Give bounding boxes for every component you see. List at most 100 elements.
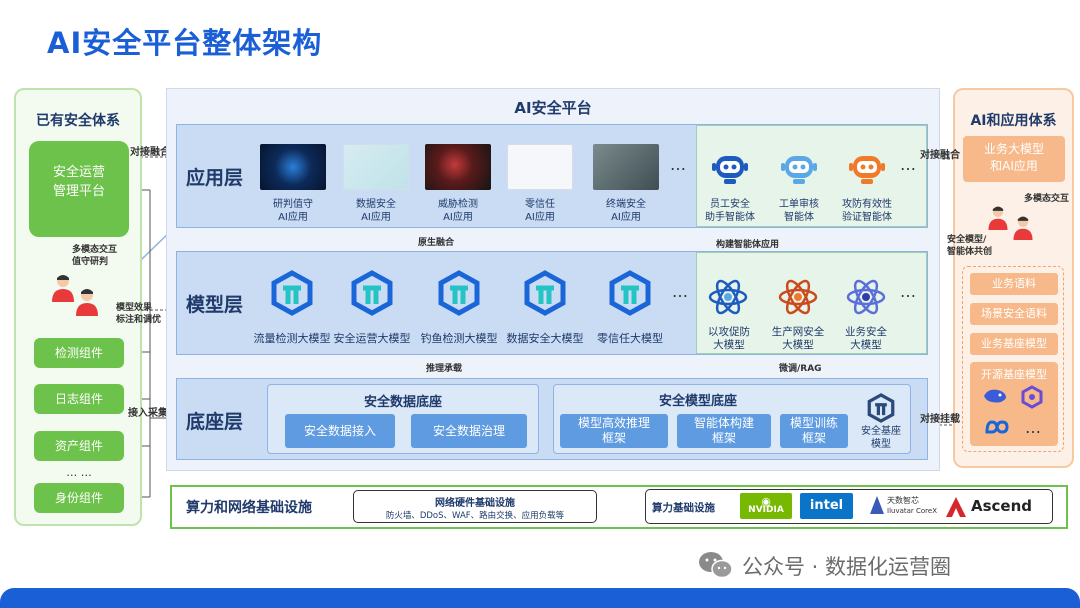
user-icon <box>985 204 1011 234</box>
app-thumbnail <box>343 144 409 190</box>
atom-icon <box>707 276 749 322</box>
knot-icon <box>1020 385 1044 413</box>
business-line1: 业务大模型 <box>983 142 1044 156</box>
app-thumbnail <box>593 144 659 190</box>
app-caption: 终端安全 AI应用 <box>581 198 671 224</box>
dock-mount-label: 对接挂载 <box>920 414 960 425</box>
left-panel-title: 已有安全体系 <box>36 113 120 129</box>
model-logo-icon <box>269 270 315 320</box>
framework-suffix: 框架 <box>601 431 626 445</box>
framework-name: 模型训练 <box>789 416 838 430</box>
app-caption: 零信任 AI应用 <box>495 198 585 224</box>
model-logo-icon <box>349 270 395 320</box>
model-logo-icon <box>522 270 568 320</box>
detect-component: 检测组件 <box>34 338 124 368</box>
component-ellipsis: … … <box>66 466 92 479</box>
ops-platform-box: 安全运营 管理平台 <box>29 141 129 237</box>
inference-framework-box: 模型高效推理 框架 <box>560 414 668 448</box>
agent-framework-box: 智能体构建 框架 <box>677 414 771 448</box>
app-caption: 数据安全 AI应用 <box>331 198 421 224</box>
security-model-cocreate-label: 安全模型/ 智能体共创 <box>947 234 992 258</box>
data-access-box: 安全数据接入 <box>285 414 395 448</box>
base-model-logo-icon <box>866 393 896 427</box>
big-model-caption: 以攻促防 大模型 <box>689 326 769 352</box>
training-framework-box: 模型训练 框架 <box>780 414 848 448</box>
compute-infra-title: 算力基础设施 <box>652 502 715 514</box>
platform-title: AI安全平台 <box>514 99 592 117</box>
finetune-label: 微调/RAG <box>779 364 822 374</box>
identity-component: 身份组件 <box>34 483 124 513</box>
native-fusion-label: 原生融合 <box>418 238 455 248</box>
cocreate-line2: 智能体共创 <box>947 247 993 257</box>
big-model-suffix: 大模型 <box>713 339 745 351</box>
ascend-text: Ascend <box>971 497 1033 515</box>
agent-name: 员工安全 <box>710 199 750 210</box>
base-model-suffix: 模型 <box>871 439 891 450</box>
big-model-name: 以攻促防 <box>708 326 750 338</box>
nvidia-logo: ◉ NVIDIA <box>740 493 792 519</box>
network-infra-title: 网络硬件基础设施 <box>435 498 515 509</box>
app-caption: 威胁检测 AI应用 <box>413 198 503 224</box>
multimodal-label: 多模态交互 <box>1024 194 1070 204</box>
ops-platform-line1: 安全运营 <box>52 165 105 180</box>
iluvatar-logo: 天数智芯 Iluvatar CoreX <box>870 492 940 520</box>
model-layer-label: 模型层 <box>186 294 244 316</box>
iluvatar-en: Iluvatar CoreX <box>887 507 938 515</box>
asset-component: 资产组件 <box>34 431 124 461</box>
business-model-box: 业务大模型和AI应用 <box>963 136 1065 182</box>
wechat-icon <box>697 550 735 584</box>
business-line2: 和AI应用 <box>990 159 1038 173</box>
ops-platform-line2: 管理平台 <box>52 184 105 199</box>
network-infra-items: 防火墙、DDoS、WAF、路由交换、应用负载等 <box>385 511 565 521</box>
robot-icon <box>847 148 887 192</box>
framework-name: 模型高效推理 <box>577 416 650 430</box>
model-base-title: 安全模型底座 <box>658 394 737 409</box>
agent-name: 攻防有效性 <box>842 199 892 210</box>
framework-suffix: 框架 <box>711 431 736 445</box>
app-name: 终端安全 <box>606 199 646 210</box>
nvidia-text: NVIDIA <box>748 505 784 515</box>
big-model-more-dots: … <box>900 282 917 301</box>
model-caption: 零信任大模型 <box>597 332 663 345</box>
app-name: 零信任 <box>525 199 555 210</box>
big-model-caption: 业务安全 大模型 <box>826 326 906 352</box>
app-suffix: AI应用 <box>611 212 641 223</box>
agent-suffix: 验证智能体 <box>842 212 892 223</box>
model-effect-label: 模型效果 标注和调优 <box>116 302 161 326</box>
base-model-caption: 安全基座 模型 <box>851 425 911 451</box>
meta-icon <box>984 419 1010 439</box>
business-corpus-box: 业务语料 <box>970 273 1058 295</box>
intel-logo: intel <box>800 493 853 519</box>
robot-icon <box>710 148 750 192</box>
app-thumbnail <box>260 144 326 190</box>
access-collect-label: 接入采集 <box>128 408 168 419</box>
data-base-title: 安全数据底座 <box>363 395 442 410</box>
app-suffix: AI应用 <box>278 212 308 223</box>
watermark-text: 公众号 · 数据化运营圈 <box>742 555 952 579</box>
robot-icon <box>779 148 819 192</box>
scene-corpus-box: 场景安全语料 <box>970 303 1058 325</box>
user-icon <box>1010 214 1036 244</box>
iluvatar-cn: 天数智芯 <box>887 496 919 505</box>
user-icon <box>72 286 102 320</box>
app-name: 数据安全 <box>356 199 396 210</box>
infra-label: 算力和网络基础设施 <box>186 500 312 516</box>
app-suffix: AI应用 <box>525 212 555 223</box>
model-logo-icon <box>607 270 653 320</box>
framework-suffix: 框架 <box>801 431 826 445</box>
footer-bar <box>0 588 1080 608</box>
dock-fusion-right-label: 对接融合 <box>920 150 960 161</box>
atom-icon <box>845 276 887 322</box>
app-layer-label: 应用层 <box>186 167 244 189</box>
app-suffix: AI应用 <box>361 212 391 223</box>
base-layer-label: 底座层 <box>186 411 244 433</box>
base-model-name: 安全基座 <box>861 426 901 437</box>
inference-label: 推理承载 <box>426 364 463 374</box>
agent-caption: 攻防有效性验证智能体 <box>827 198 907 224</box>
open-source-title: 开源基座模型 <box>981 368 1047 381</box>
data-governance-box: 安全数据治理 <box>411 414 527 448</box>
app-suffix: AI应用 <box>443 212 473 223</box>
left-interaction-label: 多模态交互 值守研判 <box>72 244 117 268</box>
app-more-dots: … <box>670 155 687 174</box>
agent-more-dots: … <box>900 155 917 174</box>
